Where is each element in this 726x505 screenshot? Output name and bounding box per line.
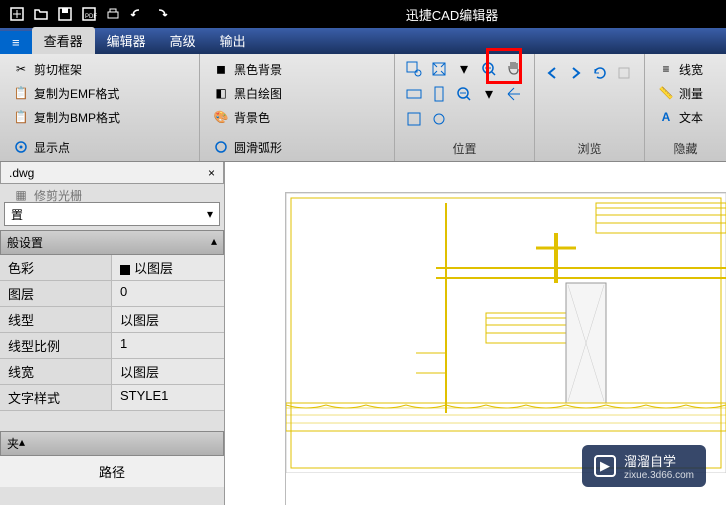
text-button[interactable]: A文本 [653, 106, 718, 128]
ribbon-group-browse: 浏览 [535, 54, 645, 161]
left-panel: .dwg × 置 ▾ 般设置 ▴ 色彩 以图层 图层 0 线型 以图层 [0, 162, 225, 505]
measure-button[interactable]: 📏测量 [653, 82, 718, 104]
zoom-realtime-icon[interactable] [428, 108, 450, 130]
zoom-dropdown-icon[interactable]: ▾ [478, 83, 500, 105]
tab-viewer[interactable]: 查看器 [32, 27, 95, 54]
zoom-scale-icon[interactable] [403, 108, 425, 130]
next-view-icon[interactable] [567, 64, 585, 82]
save-icon[interactable] [54, 3, 76, 25]
folder-header[interactable]: 夹 ▴ [0, 431, 224, 456]
properties-header[interactable]: 般设置 ▴ [0, 230, 224, 255]
copy-emf-button[interactable]: 📋复制为EMF格式 [8, 82, 191, 104]
text-icon: A [657, 108, 675, 126]
zoom-in-icon[interactable] [478, 58, 500, 80]
play-icon: ▶ [594, 455, 616, 477]
file-tab[interactable]: .dwg × [0, 162, 224, 184]
grid-icon: ▦ [12, 186, 30, 204]
prop-row-ltscale[interactable]: 线型比例 1 [0, 333, 224, 359]
zoom-window-icon[interactable] [403, 58, 425, 80]
ribbon-group-hide: ≡线宽 📏测量 A文本 隐藏 [645, 54, 726, 161]
copy-icon: 📋 [12, 108, 30, 126]
paint-icon: 🎨 [212, 108, 230, 126]
fit-height-icon[interactable] [428, 83, 450, 105]
collapse-icon[interactable]: ▴ [19, 435, 25, 452]
zoom-all-icon[interactable]: ▾ [453, 58, 475, 80]
undo-icon[interactable] [126, 3, 148, 25]
ruler-icon: 📏 [657, 84, 675, 102]
save-pdf-icon[interactable]: PDF [78, 3, 100, 25]
redo-icon[interactable] [150, 3, 172, 25]
prop-row-layer[interactable]: 图层 0 [0, 281, 224, 307]
prop-row-textstyle[interactable]: 文字样式 STYLE1 [0, 385, 224, 411]
group-label-position: 位置 [403, 138, 526, 157]
bg-color-button[interactable]: 🎨背景色 [208, 106, 386, 128]
show-point-button[interactable]: 显示点 [8, 136, 191, 158]
color-swatch [120, 265, 130, 275]
arc-icon [212, 138, 230, 156]
trim-raster-button[interactable]: ▦修剪光栅 [8, 184, 191, 206]
print-icon[interactable] [102, 3, 124, 25]
prev-view-icon[interactable] [543, 64, 561, 82]
fit-width-icon[interactable] [403, 83, 425, 105]
svg-text:PDF: PDF [85, 14, 97, 20]
prop-row-color[interactable]: 色彩 以图层 [0, 255, 224, 281]
linewidth-icon: ≡ [657, 60, 675, 78]
ribbon: ✂剪切框架 📋复制为EMF格式 📋复制为BMP格式 显示点 查找文字 ▦修剪光栅… [0, 54, 726, 162]
ribbon-group-tools: ✂剪切框架 📋复制为EMF格式 📋复制为BMP格式 显示点 查找文字 ▦修剪光栅… [0, 54, 200, 161]
home-icon[interactable] [615, 64, 633, 82]
pan-icon[interactable] [503, 58, 525, 80]
bw-icon: ◧ [212, 84, 230, 102]
zoom-prev-icon[interactable] [503, 83, 525, 105]
quick-access-toolbar: PDF [0, 3, 178, 25]
workspace: .dwg × 置 ▾ 般设置 ▴ 色彩 以图层 图层 0 线型 以图层 [0, 162, 726, 505]
tab-editor[interactable]: 编辑器 [95, 27, 158, 54]
new-icon[interactable] [6, 3, 28, 25]
collapse-icon[interactable]: ▴ [211, 234, 217, 251]
zoom-extents-icon[interactable] [428, 58, 450, 80]
crop-frame-button[interactable]: ✂剪切框架 [8, 58, 191, 80]
copy-icon: 📋 [12, 84, 30, 102]
drawing-canvas[interactable]: ▶ 溜溜自学 zixue.3d66.com [225, 162, 726, 505]
path-column-label: 路径 [0, 456, 224, 487]
bw-draw-button[interactable]: ◧黑白绘图 [208, 82, 386, 104]
tab-advanced[interactable]: 高级 [158, 27, 208, 54]
watermark: ▶ 溜溜自学 zixue.3d66.com [582, 445, 706, 487]
crop-icon: ✂ [12, 60, 30, 78]
prop-row-linetype[interactable]: 线型 以图层 [0, 307, 224, 333]
zoom-out-icon[interactable] [453, 83, 475, 105]
app-title: 迅捷CAD编辑器 [178, 5, 726, 24]
group-label-hide: 隐藏 [653, 138, 718, 157]
file-tab-name: .dwg [9, 166, 34, 180]
dropdown-icon: ▾ [207, 207, 213, 221]
ribbon-group-position: ▾ ▾ 位置 [395, 54, 535, 161]
smooth-arc-button[interactable]: 圆滑弧形 [208, 136, 386, 158]
linewidth-button[interactable]: ≡线宽 [653, 58, 718, 80]
ribbon-group-cad: ◼黑色背景 ◧黑白绘图 🎨背景色 圆滑弧形 ☰图层 ⊞结构 CAD绘图设置 [200, 54, 395, 161]
tab-output[interactable]: 输出 [208, 27, 258, 54]
point-icon [12, 138, 30, 156]
ribbon-tabbar: ≡ 查看器 编辑器 高级 输出 [0, 28, 726, 54]
group-label-browse: 浏览 [543, 138, 636, 157]
refresh-icon[interactable] [591, 64, 609, 82]
prop-row-lineweight[interactable]: 线宽 以图层 [0, 359, 224, 385]
close-tab-icon[interactable]: × [208, 166, 215, 180]
titlebar: PDF 迅捷CAD编辑器 [0, 0, 726, 28]
tab-file[interactable]: ≡ [0, 31, 32, 54]
black-bg-icon: ◼ [212, 60, 230, 78]
black-bg-button[interactable]: ◼黑色背景 [208, 58, 386, 80]
open-icon[interactable] [30, 3, 52, 25]
cad-drawing [286, 193, 726, 473]
copy-bmp-button[interactable]: 📋复制为BMP格式 [8, 106, 191, 128]
properties-table: 色彩 以图层 图层 0 线型 以图层 线型比例 1 线宽 以图层 文字样式 ST… [0, 255, 224, 411]
